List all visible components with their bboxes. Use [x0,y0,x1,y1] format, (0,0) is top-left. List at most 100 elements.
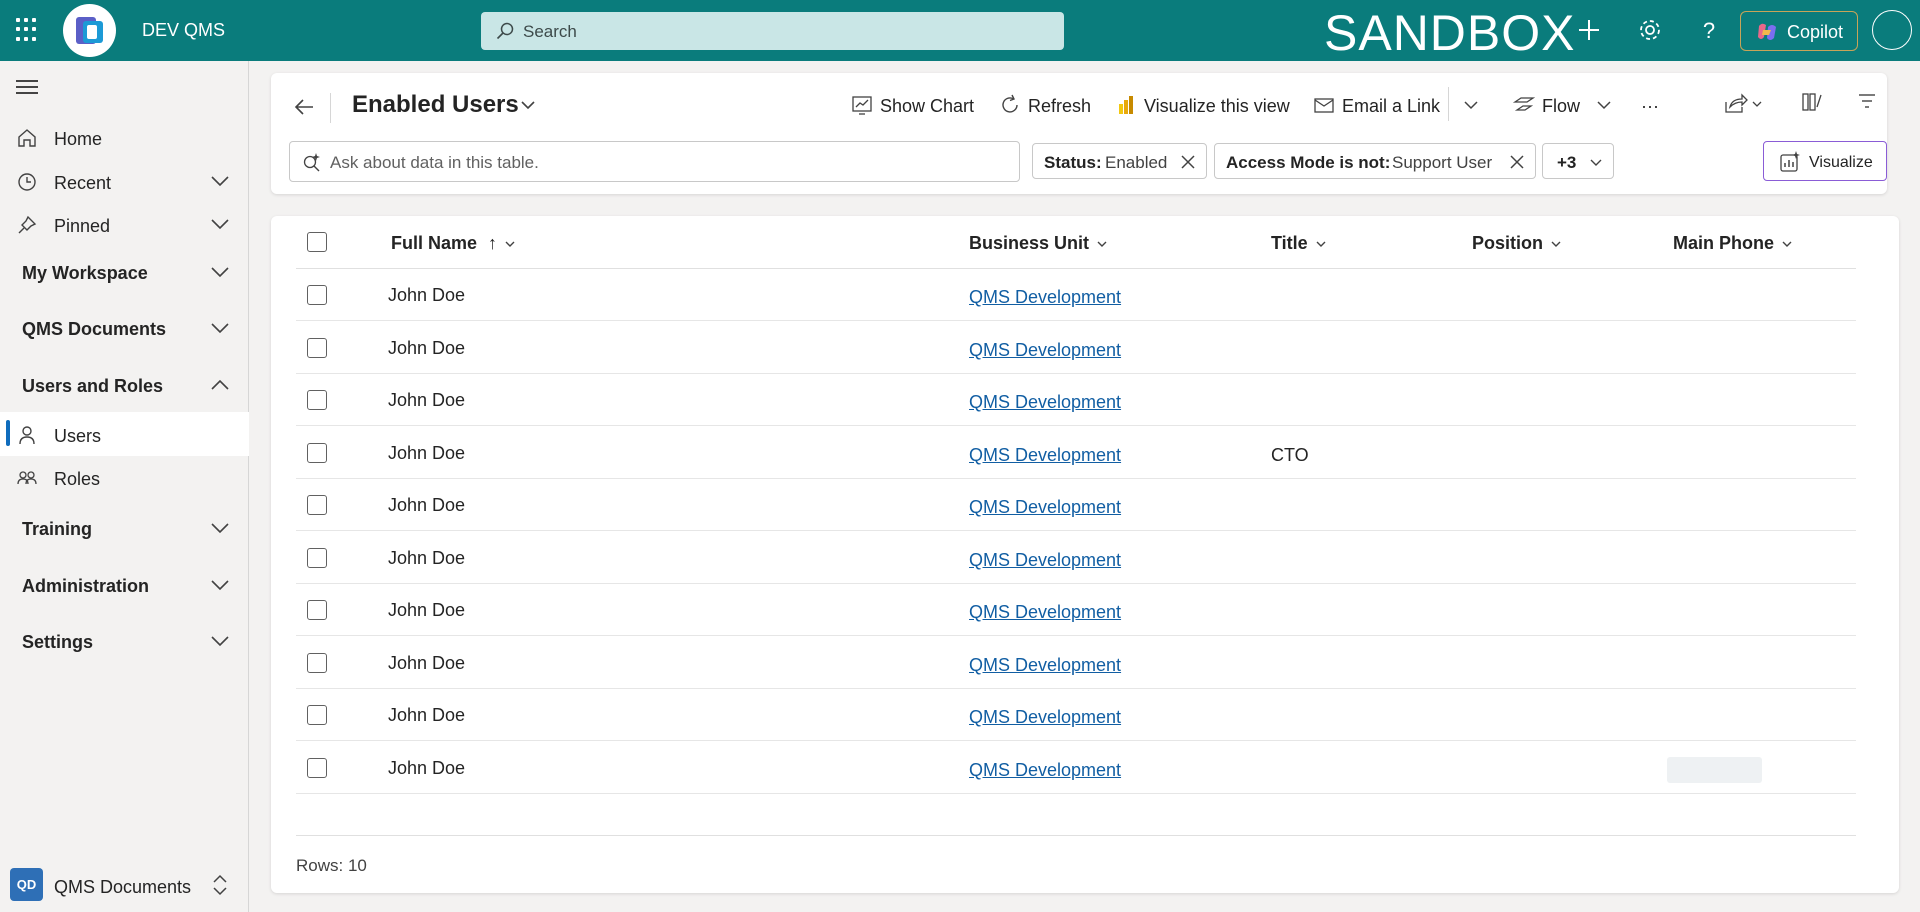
app-launcher-icon[interactable] [16,18,40,42]
more-commands-button[interactable]: ··· [1641,87,1671,121]
cell-business-unit-link[interactable]: QMS Development [969,602,1121,623]
table-row[interactable]: John Doe QMS Development [296,742,1856,794]
row-checkbox[interactable] [307,443,327,463]
row-checkbox[interactable] [307,600,327,620]
row-checkbox[interactable] [307,548,327,568]
nav-item-pinned[interactable]: Pinned [0,202,249,246]
search-placeholder: Search [523,22,577,41]
show-chart-button[interactable]: Show Chart [851,87,976,121]
row-checkbox[interactable] [307,495,327,515]
row-checkbox[interactable] [307,338,327,358]
cell-full-name[interactable]: John Doe [388,495,465,516]
view-title[interactable]: Enabled Users [352,91,519,119]
visualize-button[interactable]: Visualize [1763,141,1887,181]
filter-icon[interactable] [1857,91,1877,111]
cell-business-unit-link[interactable]: QMS Development [969,340,1121,361]
table-row[interactable]: John Doe QMS Development [296,374,1856,426]
cell-full-name[interactable]: John Doe [388,338,465,359]
command-bar-card: Enabled Users Show Chart Refresh Visuali… [271,73,1887,194]
cell-full-name[interactable]: John Doe [388,600,465,621]
close-icon[interactable] [1180,154,1196,170]
nav-item-roles[interactable]: Roles [0,455,249,499]
row-checkbox[interactable] [307,705,327,725]
cell-full-name[interactable]: John Doe [388,653,465,674]
cell-full-name[interactable]: John Doe [388,758,465,779]
column-header-label: Full Name [391,233,478,253]
area-badge: QD [10,868,43,901]
nav-group-training[interactable]: Training [0,506,249,550]
chevron-down-icon[interactable] [1463,100,1479,110]
app-logo[interactable] [63,4,116,57]
filter-chip-status[interactable]: Status: Enabled [1032,143,1207,179]
filter-chip-access-mode[interactable]: Access Mode is not: Support User [1214,143,1536,179]
app-name[interactable]: DEV QMS [142,20,225,41]
table-row[interactable]: John Doe QMS Development [296,322,1856,374]
row-checkbox[interactable] [307,285,327,305]
chevron-down-icon[interactable] [520,99,536,111]
plus-icon[interactable] [1576,17,1602,43]
cell-full-name[interactable]: John Doe [388,390,465,411]
row-checkbox[interactable] [307,653,327,673]
close-icon[interactable] [1509,154,1525,170]
area-switcher[interactable]: QD QMS Documents [0,861,249,911]
share-icon[interactable] [1724,93,1764,115]
column-header-position[interactable]: Position [1472,233,1561,255]
search-box[interactable]: Search [481,12,1064,50]
nav-item-home[interactable]: Home [0,115,249,159]
nav-group-my-workspace[interactable]: My Workspace [0,250,249,294]
table-row[interactable]: John Doe QMS Development [296,532,1856,584]
visualize-view-button[interactable]: Visualize this view [1115,87,1295,121]
table-row[interactable]: John Doe QMS Development CTO [296,427,1856,479]
refresh-button[interactable]: Refresh [999,87,1094,121]
column-header-title[interactable]: Title [1271,233,1326,255]
column-header-business-unit[interactable]: Business Unit [969,233,1107,255]
chevron-down-icon [1316,241,1326,248]
hamburger-menu-icon[interactable] [16,80,38,94]
more-filters-button[interactable]: +3 [1542,143,1614,179]
nav-group-settings[interactable]: Settings [0,619,249,663]
cell-business-unit-link[interactable]: QMS Development [969,655,1121,676]
search-icon [496,22,514,40]
select-all-checkbox[interactable] [307,232,327,252]
cell-full-name[interactable]: John Doe [388,548,465,569]
nav-item-users[interactable]: Users [0,412,249,456]
nav-group-administration[interactable]: Administration [0,563,249,607]
filter-chip-value: Enabled [1105,153,1168,172]
chevron-down-icon[interactable] [1596,100,1612,110]
column-header-full-name[interactable]: Full Name ↑ [391,233,515,255]
nav-group-qms-documents[interactable]: QMS Documents [0,306,249,350]
table-row[interactable]: John Doe QMS Development [296,479,1856,531]
ask-data-input[interactable]: Ask about data in this table. [289,141,1020,182]
cell-business-unit-link[interactable]: QMS Development [969,287,1121,308]
table-row[interactable]: John Doe QMS Development [296,637,1856,689]
help-icon[interactable]: ? [1696,17,1722,43]
account-avatar[interactable] [1872,10,1912,50]
cell-full-name[interactable]: John Doe [388,705,465,726]
table-row[interactable]: John Doe QMS Development [296,689,1856,741]
cell-business-unit-link[interactable]: QMS Development [969,497,1121,518]
flow-button[interactable]: Flow [1513,87,1588,121]
nav-group-users-and-roles[interactable]: Users and Roles [0,363,249,407]
cell-business-unit-link[interactable]: QMS Development [969,760,1121,781]
copilot-button[interactable]: Copilot [1740,11,1858,51]
chevron-down-icon [1782,241,1792,248]
data-grid: Full Name ↑ Business Unit Title Position… [271,216,1899,893]
sidebar: Home Recent Pinned My Workspace QMS Docu… [0,61,249,912]
row-checkbox[interactable] [307,390,327,410]
column-header-main-phone[interactable]: Main Phone [1673,233,1792,255]
cell-full-name[interactable]: John Doe [388,443,465,464]
gear-icon[interactable] [1637,17,1663,43]
table-row[interactable]: John Doe QMS Development [296,584,1856,636]
nav-item-recent[interactable]: Recent [0,159,249,203]
cell-full-name[interactable]: John Doe [388,285,465,306]
chevron-down-icon [211,323,229,334]
cell-business-unit-link[interactable]: QMS Development [969,707,1121,728]
cell-business-unit-link[interactable]: QMS Development [969,445,1121,466]
back-arrow-icon[interactable] [293,95,317,119]
table-row[interactable]: John Doe QMS Development [296,269,1856,321]
cell-business-unit-link[interactable]: QMS Development [969,550,1121,571]
edit-columns-icon[interactable] [1801,91,1823,113]
cell-business-unit-link[interactable]: QMS Development [969,392,1121,413]
row-checkbox[interactable] [307,758,327,778]
email-link-button[interactable]: Email a Link [1313,87,1443,121]
